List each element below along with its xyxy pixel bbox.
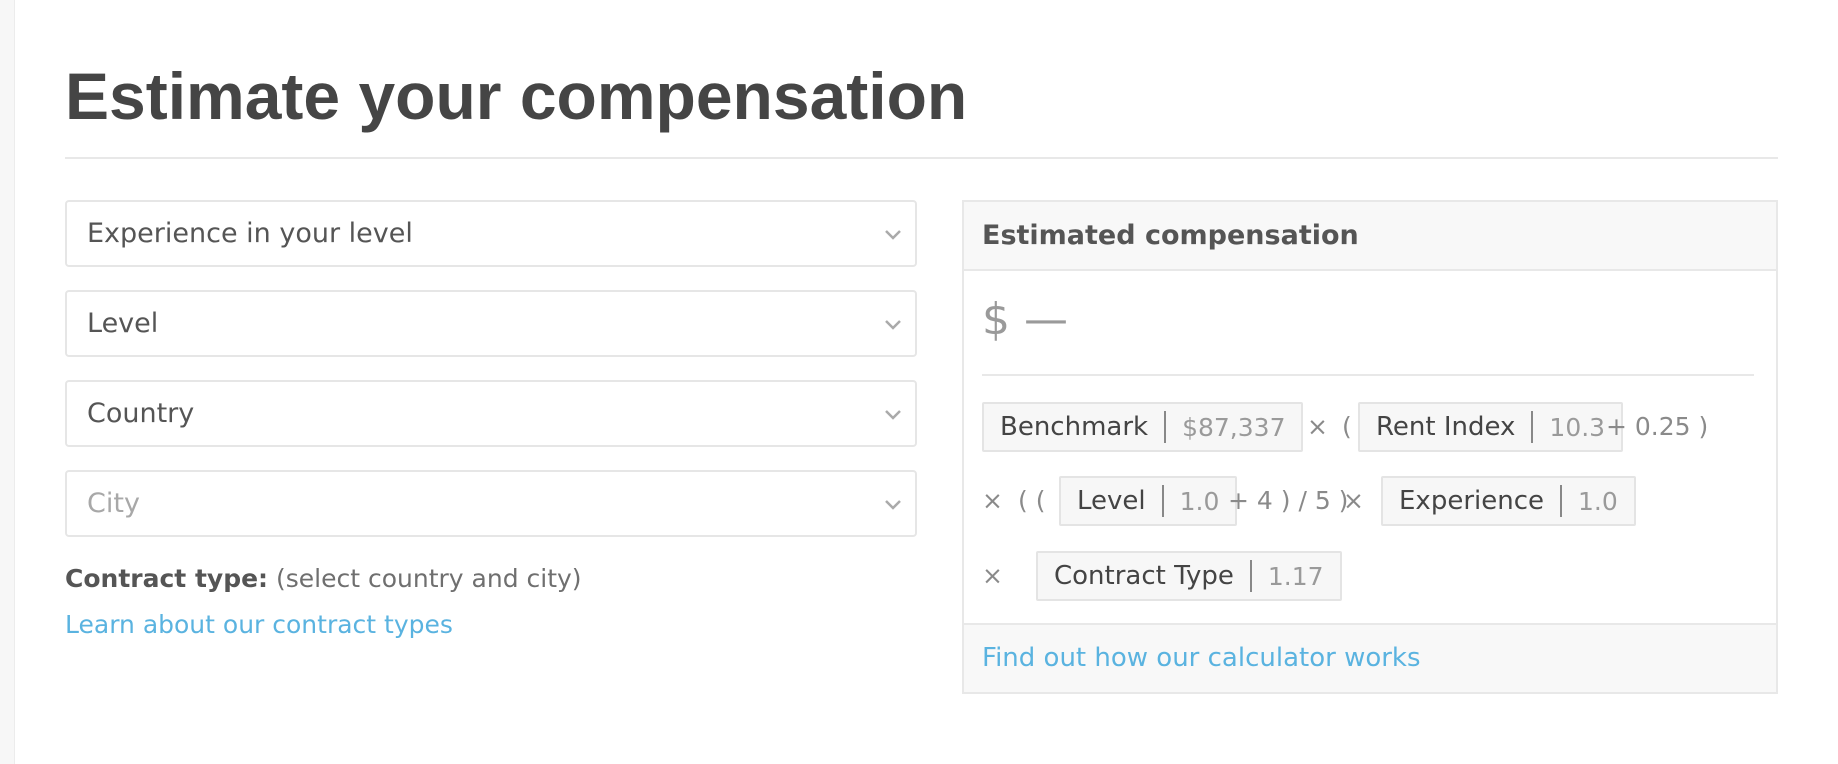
level-chip: Level 1.0 [1059, 476, 1238, 526]
multiply-operator: × [982, 561, 1003, 590]
panel-title: Estimated compensation [982, 220, 1359, 251]
contract-type-label: Contract type: [65, 564, 269, 593]
experience-label: Experience [1399, 486, 1544, 516]
open-parens: ( ( [1018, 486, 1046, 515]
rent-suffix: + 0.25 ) [1606, 412, 1709, 441]
chevron-down-icon [885, 230, 901, 240]
chevron-down-icon [885, 410, 901, 420]
benchmark-label: Benchmark [1000, 412, 1149, 442]
open-paren: ( [1342, 412, 1352, 441]
chevron-down-icon [885, 320, 901, 330]
chevron-down-icon [885, 500, 901, 510]
multiply-operator: × [1343, 486, 1364, 515]
multiply-operator: × [1307, 412, 1328, 441]
page-title: Estimate your compensation [65, 59, 968, 133]
page: Estimate your compensation Experience in… [14, 0, 1838, 764]
country-select[interactable]: Country [65, 380, 917, 447]
learn-contract-types-link[interactable]: Learn about our contract types [65, 610, 453, 639]
rent-index-chip: Rent Index 10.3 [1358, 402, 1624, 452]
estimate-panel: Estimated compensation $ — Benchmark $87… [962, 200, 1778, 694]
panel-footer: Find out how our calculator works [964, 623, 1776, 692]
contract-type-value: (select country and city) [276, 564, 582, 593]
experience-value: 1.0 [1578, 486, 1618, 516]
contract-type-chip: Contract Type 1.17 [1036, 551, 1342, 601]
rent-index-label: Rent Index [1376, 412, 1516, 442]
calculator-info-link[interactable]: Find out how our calculator works [982, 625, 1421, 692]
experience-select-value: Experience in your level [87, 218, 413, 249]
panel-header: Estimated compensation [964, 202, 1776, 271]
contract-type-chip-label: Contract Type [1054, 561, 1234, 591]
experience-chip: Experience 1.0 [1381, 476, 1636, 526]
benchmark-chip: Benchmark $87,337 [982, 402, 1304, 452]
estimated-amount: $ — [982, 294, 1068, 345]
level-select-value: Level [87, 308, 159, 339]
contract-type-line: Contract type: (select country and city) [65, 564, 582, 593]
level-suffix: + 4 ) / 5 ) [1228, 486, 1349, 515]
benchmark-value: $87,337 [1182, 412, 1286, 442]
city-select[interactable]: City [65, 470, 917, 537]
amount-divider [982, 374, 1754, 376]
contract-type-chip-value: 1.17 [1267, 561, 1324, 591]
level-label: Level [1077, 486, 1146, 516]
title-divider [65, 157, 1778, 159]
city-select-placeholder: City [87, 488, 140, 519]
country-select-value: Country [87, 398, 195, 429]
level-value: 1.0 [1179, 486, 1220, 516]
multiply-operator: × [982, 486, 1003, 515]
level-select[interactable]: Level [65, 290, 917, 357]
experience-select[interactable]: Experience in your level [65, 200, 917, 267]
